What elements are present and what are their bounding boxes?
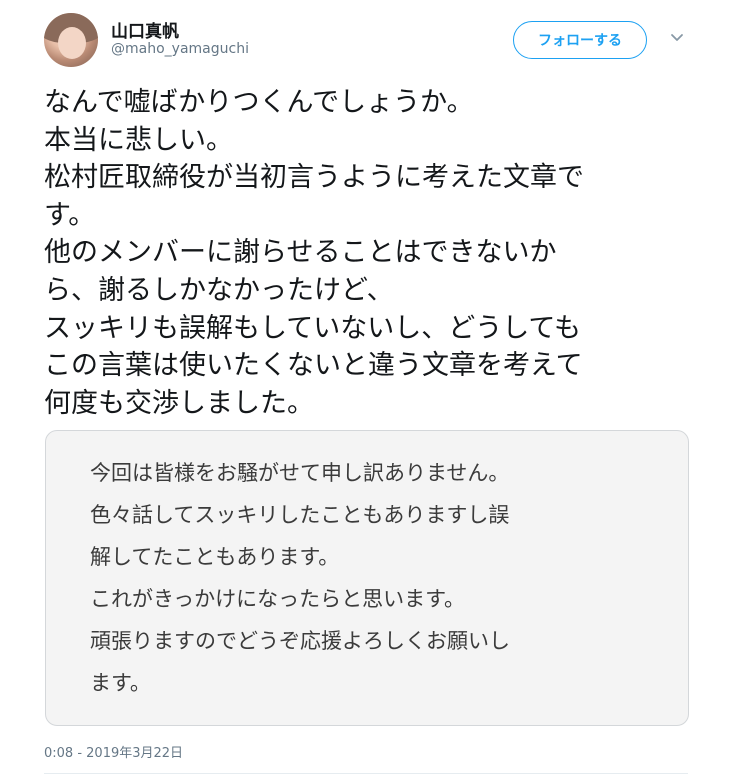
image-text-line: 今回は皆様をお騒がせて申し訳ありません。 (90, 461, 510, 485)
author-name[interactable]: 山口真帆 (111, 17, 179, 42)
image-text-line: 色々話してスッキリしたこともありますし誤 (90, 503, 510, 527)
tweet-text-line: 他のメンバーに謝らせることはできないか (44, 237, 557, 269)
image-text-line: 頑張りますのでどうぞ応援よろしくお願いし (90, 629, 510, 653)
tweet-text-line: 本当に悲しい。 (44, 124, 233, 156)
attached-image[interactable]: 今回は皆様をお騒がせて申し訳ありません。 色々話してスッキリしたこともありますし… (45, 430, 689, 726)
tweet-text-line: ら、謝るしかなかったけど、 (44, 274, 394, 306)
chevron-down-icon[interactable] (670, 33, 684, 43)
tweet-text-line: 松村匠取締役が当初言うように考えた文章で (44, 162, 584, 194)
tweet-text-line: す。 (44, 199, 96, 231)
tweet-text-line: 何度も交渉しました。 (44, 387, 314, 419)
tweet-text-line: なんで嘘ばかりつくんでしょうか。 (44, 87, 474, 118)
image-text-line: ます。 (90, 671, 151, 695)
image-text-line: これがきっかけになったらと思います。 (90, 587, 466, 611)
divider (44, 773, 688, 774)
image-text: 今回は皆様をお騒がせて申し訳ありません。 色々話してスッキリしたこともありますし… (90, 452, 510, 704)
avatar[interactable] (44, 13, 98, 67)
tweet-text-line: スッキリも誤解もしていないし、どうしても (44, 312, 582, 344)
timestamp[interactable]: 0:08 - 2019年3月22日 (44, 742, 183, 761)
tweet-text: なんで嘘ばかりつくんでしょうか。 本当に悲しい。 松村匠取締役が当初言うように考… (44, 84, 704, 422)
tweet-text-line: この言葉は使いたくないと違う文章を考えて (44, 350, 583, 382)
image-text-line: 解してたこともあります。 (90, 545, 340, 569)
tweet: 山口真帆 @maho_yamaguchi フォローする なんで嘘ばかりつくんでし… (0, 0, 732, 780)
follow-button[interactable]: フォローする (513, 21, 647, 59)
author-handle[interactable]: @maho_yamaguchi (111, 41, 249, 57)
avatar-face (58, 27, 86, 59)
